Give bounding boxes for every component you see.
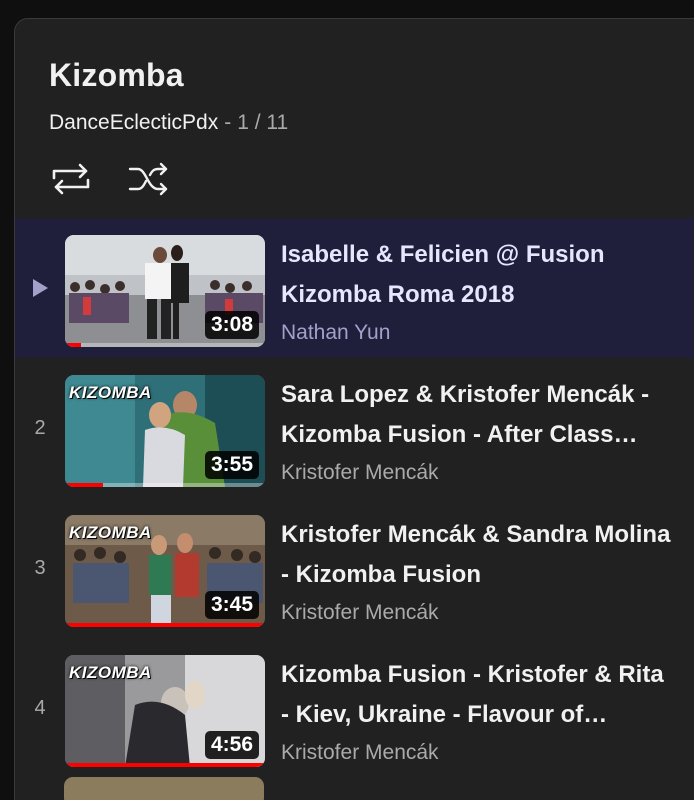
loop-button[interactable] [49,159,93,199]
video-thumbnail[interactable]: 3:08 [65,235,265,347]
video-info: Kizomba Fusion - Kristofer & Rita - Kiev… [281,655,683,765]
progress-track [65,343,265,347]
video-channel[interactable]: Kristofer Mencák [281,741,683,765]
playlist-item[interactable]: 3:08 Isabelle & Felicien @ Fusion Kizomb… [15,218,694,358]
video-channel[interactable]: Kristofer Mencák [281,461,683,485]
thumbnail-tag: KIZOMBA [69,663,152,682]
item-index: 2 [34,416,46,439]
duration-badge: 3:08 [204,311,259,339]
video-info: Sara Lopez & Kristofer Mencák - Kizomba … [281,375,683,485]
thumbnail-tag: KIZOMBA [69,383,152,402]
playlist-item[interactable]: 3 KIZOMBA 3:45 Kristofer Mencák & Sandra… [15,498,694,638]
meta-separator: - [224,111,232,134]
video-title[interactable]: Kizomba Fusion - Kristofer & Rita - Kiev… [281,655,676,735]
shuffle-icon [128,162,168,196]
duration-badge: 3:55 [204,451,259,479]
loop-icon [52,163,90,195]
video-info: Isabelle & Felicien @ Fusion Kizomba Rom… [281,235,683,345]
playlist-item[interactable]: 2 KIZOMBA 3:55 Sara Lopez & Kristofer Me… [15,358,694,498]
playlist-header: Kizomba DanceEclecticPdx - 1 / 11 [15,19,694,218]
watched-progress-bar [65,343,81,347]
video-thumbnail[interactable]: KIZOMBA 3:45 [65,515,265,627]
item-index: 4 [34,696,46,719]
playlist-panel: Kizomba DanceEclecticPdx - 1 / 11 3:08 I… [14,18,694,800]
watched-progress-bar [65,483,103,487]
next-video-thumbnail-partial[interactable] [64,777,264,800]
video-title[interactable]: Kristofer Mencák & Sandra Molina - Kizom… [281,515,676,595]
duration-badge: 4:56 [204,731,259,759]
video-channel[interactable]: Nathan Yun [281,321,683,345]
watched-progress-bar [65,763,265,767]
playlist-position: 1 / 11 [237,111,289,134]
now-playing-indicator [15,218,65,358]
video-channel[interactable]: Kristofer Mencák [281,601,683,625]
item-index: 3 [34,556,46,579]
duration-badge: 3:45 [204,591,259,619]
playlist-title[interactable]: Kizomba [49,57,184,94]
playlist-item[interactable]: 4 KIZOMBA 4:56 Kizomba Fusion - Kristofe… [15,638,694,778]
video-title[interactable]: Sara Lopez & Kristofer Mencák - Kizomba … [281,375,676,455]
thumbnail-tag: KIZOMBA [69,523,152,542]
video-title[interactable]: Isabelle & Felicien @ Fusion Kizomba Rom… [281,235,676,315]
video-info: Kristofer Mencák & Sandra Molina - Kizom… [281,515,683,625]
video-thumbnail[interactable]: KIZOMBA 4:56 [65,655,265,767]
shuffle-button[interactable] [127,159,171,199]
watched-progress-bar [65,623,265,627]
playlist-controls [49,159,171,199]
playlist-channel-link[interactable]: DanceEclecticPdx [49,111,218,135]
playlist-meta: DanceEclecticPdx - 1 / 11 [49,111,288,135]
video-thumbnail[interactable]: KIZOMBA 3:55 [65,375,265,487]
play-triangle-icon [33,279,48,297]
playlist-items: 3:08 Isabelle & Felicien @ Fusion Kizomb… [15,218,694,778]
